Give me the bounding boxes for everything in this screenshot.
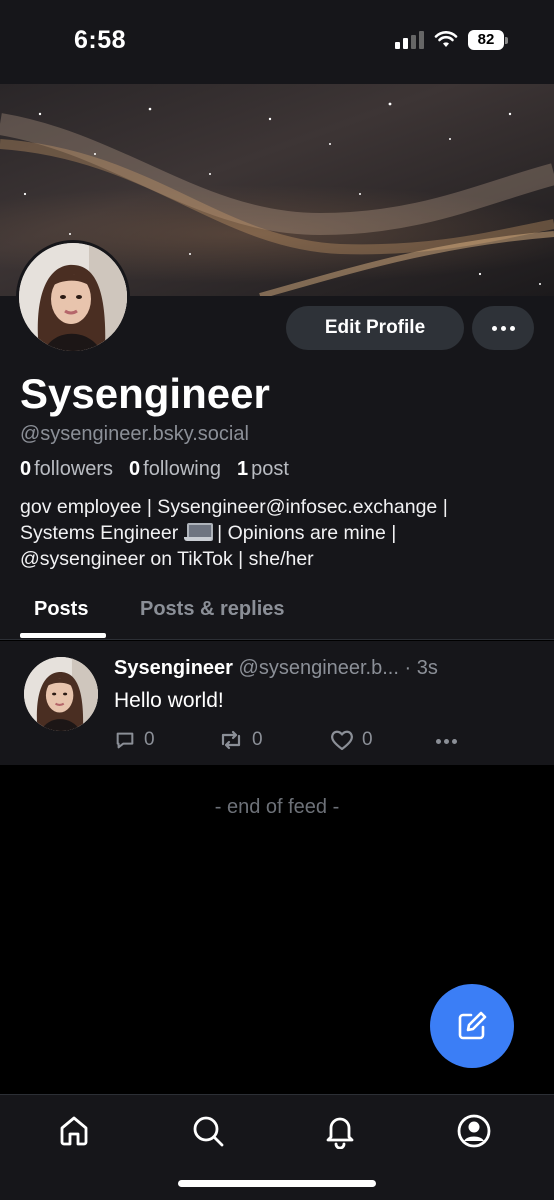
compose-button[interactable] [430, 984, 514, 1068]
nav-home[interactable] [54, 1111, 94, 1151]
following-stat[interactable]: 0 following [129, 458, 221, 481]
post-more-icon[interactable] [436, 739, 457, 744]
home-icon [60, 1116, 88, 1146]
post-author[interactable]: Sysengineer [114, 657, 233, 679]
post-separator: · [404, 657, 412, 679]
profile-handle: @sysengineer.bsky.social [20, 423, 249, 445]
post-handle[interactable]: @sysengineer.b... [239, 657, 399, 679]
bio-line: Systems Engineer | Opinions are mine | [20, 522, 397, 544]
profile-avatar[interactable] [16, 240, 130, 354]
display-name: Sysengineer [20, 370, 270, 417]
tab-posts-replies[interactable]: Posts & replies [140, 598, 285, 621]
like-count: 0 [362, 729, 373, 750]
reply-icon [116, 732, 134, 749]
heart-icon [331, 730, 353, 751]
status-icons: 82 [395, 30, 508, 50]
profile-stats: 0 followers 0 following 1 post [20, 458, 289, 481]
posts-stat: 1 post [237, 458, 289, 480]
post-header: Sysengineer @sysengineer.b... · 3s [114, 657, 544, 680]
laptop-icon [183, 523, 213, 541]
tab-posts[interactable]: Posts [34, 598, 88, 621]
bell-icon [326, 1117, 354, 1149]
like-button[interactable]: 0 [330, 729, 373, 751]
reply-count: 0 [144, 729, 155, 750]
post-actions: 0 0 0 [114, 729, 474, 755]
feed-post[interactable]: Sysengineer @sysengineer.b... · 3s Hello… [0, 641, 554, 765]
post-avatar[interactable] [24, 657, 98, 731]
search-icon [193, 1116, 224, 1147]
followers-stat[interactable]: 0 followers [20, 458, 113, 481]
compose-icon [458, 1011, 487, 1040]
status-bar: 6:58 82 [0, 0, 554, 84]
nav-profile[interactable] [454, 1111, 494, 1151]
wifi-icon [434, 31, 458, 47]
post-text: Hello world! [114, 689, 224, 712]
bio-line: gov employee | Sysengineer@infosec.excha… [20, 496, 448, 518]
battery-level: 82 [468, 30, 504, 50]
end-of-feed: - end of feed - [214, 796, 340, 818]
edit-profile-button[interactable]: Edit Profile [286, 306, 464, 350]
repost-icon [221, 730, 241, 750]
bio-line: @sysengineer on TikTok | she/her [20, 548, 314, 570]
battery-icon: 82 [468, 30, 508, 50]
post-timestamp: 3s [416, 657, 438, 679]
signal-icon [395, 31, 424, 49]
home-indicator [178, 1180, 376, 1187]
repost-button[interactable]: 0 [218, 729, 263, 751]
nav-search[interactable] [188, 1111, 228, 1151]
profile-bio: gov employee | Sysengineer@infosec.excha… [20, 494, 540, 572]
status-time: 6:58 [74, 26, 127, 54]
nav-notifications[interactable] [320, 1111, 360, 1151]
profile-icon [457, 1114, 491, 1148]
active-tab-indicator [20, 633, 106, 638]
profile-tabs: Posts Posts & replies [0, 588, 554, 640]
reply-button[interactable]: 0 [114, 729, 155, 751]
repost-count: 0 [252, 729, 263, 750]
more-options-icon[interactable] [472, 306, 534, 350]
